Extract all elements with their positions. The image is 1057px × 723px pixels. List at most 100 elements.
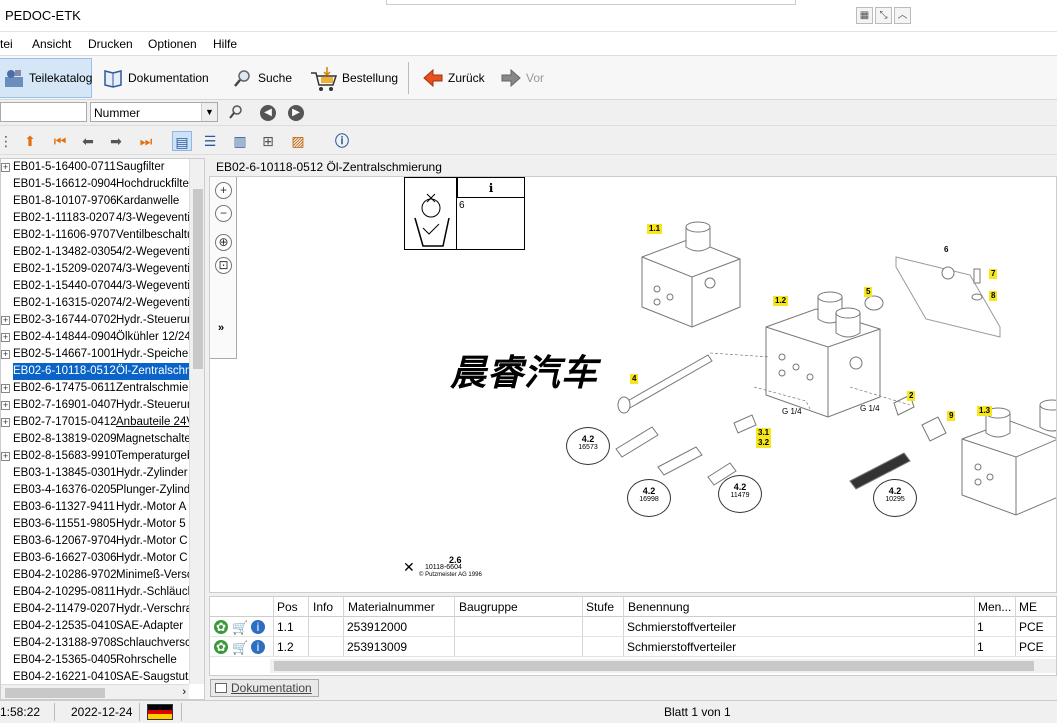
col-stufe[interactable]: Stufe	[586, 600, 614, 614]
tree-item[interactable]: EB04-2-10286-9702Minimeß-Verschr.	[1, 567, 189, 584]
tree-item[interactable]: EB02-6-10118-0512Öl-Zentralschmierung	[1, 363, 189, 380]
tree-item[interactable]: EB03-6-12067-9704Hydr.-Motor C	[1, 533, 189, 550]
tree-item[interactable]: +EB02-8-15683-9910Temperaturgeber	[1, 448, 189, 465]
layout-columns-icon[interactable]: ▥	[230, 131, 250, 151]
col-info[interactable]: Info	[313, 600, 333, 614]
export-icon[interactable]: ▨	[288, 131, 308, 151]
tree-item[interactable]: EB03-4-16376-0205Plunger-Zylinder	[1, 482, 189, 499]
suche-button[interactable]: Suche	[228, 58, 296, 98]
next-result-icon[interactable]: ▶	[288, 105, 304, 121]
callout-4[interactable]: 4	[630, 374, 639, 384]
table-row[interactable]: ✿ 🛒 i 1.1 253912000 Schmierstoffverteile…	[210, 617, 1056, 637]
tree-view-icon[interactable]: ⋮	[0, 131, 16, 151]
tree-item[interactable]: +EB02-3-16744-0702Hydr.-Steuerung	[1, 312, 189, 329]
tree-item[interactable]: EB02-1-11183-02074/3-Wegeventil	[1, 210, 189, 227]
callout-2[interactable]: 2	[907, 391, 916, 401]
expand-icon[interactable]: +	[1, 418, 10, 427]
tree-item[interactable]: +EB02-7-16901-0407Hydr.-Steuerung	[1, 397, 189, 414]
cart-icon[interactable]: 🛒	[232, 620, 248, 636]
arrow-up-icon[interactable]: ⬆	[20, 131, 40, 151]
cart-icon[interactable]: 🛒	[232, 640, 248, 656]
info-icon[interactable]: i	[251, 640, 265, 654]
expand-icon[interactable]: +	[1, 163, 10, 172]
tree-horizontal-scrollbar[interactable]: ›	[1, 684, 189, 699]
chevron-up-icon[interactable]: ︿	[894, 7, 911, 24]
callout-3-1[interactable]: 3.1	[756, 428, 772, 438]
table-row[interactable]: ✿ 🛒 i 1.2 253913009 Schmierstoffverteile…	[210, 637, 1056, 657]
col-benennung[interactable]: Benennung	[628, 600, 689, 614]
tree-item[interactable]: EB01-5-16612-0904Hochdruckfilter	[1, 176, 189, 193]
scroll-thumb[interactable]	[5, 688, 105, 698]
callout-5[interactable]: 5	[864, 287, 873, 297]
expand-icon[interactable]: +	[1, 316, 10, 325]
tree-item[interactable]: EB02-1-15209-02074/3-Wegeventil	[1, 261, 189, 278]
exploded-diagram[interactable]: + − ⊕ ⊡ » ℹ 6 晨睿汽车 1.1 1.2 1.3 2 3.1 3.2…	[209, 176, 1057, 593]
tree-item[interactable]: EB03-6-11327-9411Hydr.-Motor A	[1, 499, 189, 516]
tree-item[interactable]: EB02-1-16315-02074/2-Wegeventil	[1, 295, 189, 312]
layout-list-icon[interactable]: ☰	[200, 131, 220, 151]
tree-item[interactable]: EB03-1-13845-0301Hydr.-Zylinder	[1, 465, 189, 482]
gear-icon[interactable]: ✿	[214, 640, 228, 654]
tree-item[interactable]: +EB02-6-17475-0611Zentralschmierung	[1, 380, 189, 397]
callout-3-2[interactable]: 3.2	[756, 438, 772, 448]
col-pos[interactable]: Pos	[277, 600, 298, 614]
callout-1-2[interactable]: 1.2	[773, 296, 789, 306]
tree-item[interactable]: + EB01-5-16400-0711Saugfilter	[1, 159, 189, 176]
reference-circle[interactable]: 4.2 16573	[566, 427, 610, 465]
col-me[interactable]: ME	[1019, 600, 1037, 614]
teilekatalog-button[interactable]: Teilekatalog	[0, 58, 92, 98]
vor-button[interactable]: Vor	[496, 58, 548, 98]
scroll-thumb[interactable]	[274, 661, 1034, 671]
menu-ansicht[interactable]: Ansicht	[32, 37, 71, 51]
search-input[interactable]	[0, 102, 87, 122]
last-page-icon[interactable]: ⏭	[136, 131, 156, 151]
search-go-icon[interactable]	[228, 104, 244, 120]
search-type-select[interactable]: Nummer ▼	[90, 102, 218, 122]
next-page-icon[interactable]: ➡	[106, 131, 126, 151]
reference-circle[interactable]: 4.2 16998	[627, 479, 671, 517]
gear-icon[interactable]: ✿	[214, 620, 228, 634]
menu-drucken[interactable]: Drucken	[88, 37, 133, 51]
tree-item[interactable]: EB03-6-11551-9805Hydr.-Motor 5	[1, 516, 189, 533]
expand-icon[interactable]: +	[1, 350, 10, 359]
scroll-thumb[interactable]	[193, 189, 203, 369]
prev-page-icon[interactable]: ⬅	[78, 131, 98, 151]
dokumentation-button[interactable]: Dokumentation	[98, 58, 213, 98]
chevron-down-icon[interactable]: ▼	[201, 103, 217, 121]
chevron-right-icon[interactable]: ›	[182, 686, 186, 698]
tree-item[interactable]: EB04-2-12535-0410SAE-Adapter	[1, 618, 189, 635]
callout-9[interactable]: 9	[947, 411, 956, 421]
zurueck-button[interactable]: Zurück	[418, 58, 489, 98]
tree-item[interactable]: EB02-1-15440-07044/3-Wegeventil	[1, 278, 189, 295]
col-material[interactable]: Materialnummer	[348, 600, 435, 614]
info-icon[interactable]: ⓘ	[332, 131, 352, 151]
first-page-icon[interactable]: ⏮	[50, 131, 70, 151]
tree-item[interactable]: EB04-2-11479-0207Hydr.-Verschraubung	[1, 601, 189, 618]
callout-6[interactable]: 6	[944, 245, 948, 254]
info-icon[interactable]: i	[251, 620, 265, 634]
reference-circle[interactable]: 4.2 10295	[873, 479, 917, 517]
callout-7[interactable]: 7	[989, 269, 998, 279]
dokumentation-tab[interactable]: Dokumentation	[210, 679, 319, 697]
expand-icon[interactable]: +	[1, 333, 10, 342]
tree-item[interactable]: EB02-8-13819-0209Magnetschalter	[1, 431, 189, 448]
layout-grid-icon[interactable]: ⊞	[258, 131, 278, 151]
col-baugruppe[interactable]: Baugruppe	[459, 600, 518, 614]
tree-item[interactable]: EB01-8-10107-9706Kardanwelle	[1, 193, 189, 210]
menu-datei[interactable]: tei	[0, 37, 13, 51]
tree-item[interactable]: EB02-1-11606-9707Ventilbeschaltung	[1, 227, 189, 244]
grid-icon[interactable]: ▦	[856, 7, 873, 24]
tree-item[interactable]: + EB02-5-14667-1001Hydr.-Speicher	[1, 346, 189, 363]
menu-optionen[interactable]: Optionen	[148, 37, 197, 51]
tree-vertical-scrollbar[interactable]	[189, 159, 204, 684]
expand-icon[interactable]: +	[1, 401, 10, 410]
callout-1-1[interactable]: 1.1	[647, 224, 663, 234]
tree-item[interactable]: EB03-6-16627-0306Hydr.-Motor C	[1, 550, 189, 567]
menu-hilfe[interactable]: Hilfe	[213, 37, 237, 51]
tree-item[interactable]: + EB02-7-17015-0412Anbauteile 24V	[1, 414, 189, 431]
callout-8[interactable]: 8	[989, 291, 998, 301]
collapse-icon[interactable]: ⤡	[875, 7, 892, 24]
german-flag-icon[interactable]	[147, 704, 173, 720]
tree-item[interactable]: EB04-2-15365-0405Rohrschelle	[1, 652, 189, 669]
tree-item[interactable]: + EB02-4-14844-0904Ölkühler 12/24	[1, 329, 189, 346]
